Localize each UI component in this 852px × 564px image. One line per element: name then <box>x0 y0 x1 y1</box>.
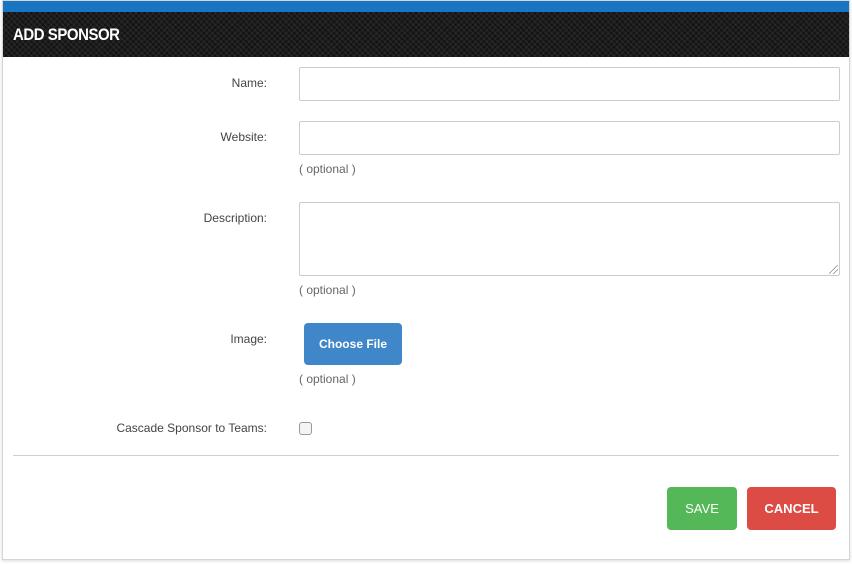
description-label: Description: <box>203 211 267 225</box>
description-optional-hint: ( optional ) <box>299 283 356 297</box>
name-label: Name: <box>231 76 267 90</box>
website-label: Website: <box>220 130 267 144</box>
image-label: Image: <box>230 332 267 346</box>
save-button[interactable]: SAVE <box>667 487 737 530</box>
name-input[interactable] <box>299 67 840 101</box>
form-divider <box>13 455 839 456</box>
cancel-button[interactable]: CANCEL <box>747 487 836 530</box>
website-input[interactable] <box>299 121 840 155</box>
dialog-accent-bar <box>3 1 849 12</box>
resize-grip-icon[interactable] <box>829 265 838 274</box>
cascade-checkbox[interactable] <box>299 422 312 435</box>
image-optional-hint: ( optional ) <box>299 372 356 386</box>
dialog-title: ADD SPONSOR <box>13 24 120 44</box>
choose-file-button[interactable]: Choose File <box>304 323 402 365</box>
website-optional-hint: ( optional ) <box>299 162 356 176</box>
cascade-label: Cascade Sponsor to Teams: <box>116 421 267 435</box>
add-sponsor-dialog: ADD SPONSOR Name: Website: ( optional ) … <box>2 0 850 560</box>
dialog-header: ADD SPONSOR <box>3 12 849 57</box>
description-textarea[interactable] <box>299 202 840 276</box>
